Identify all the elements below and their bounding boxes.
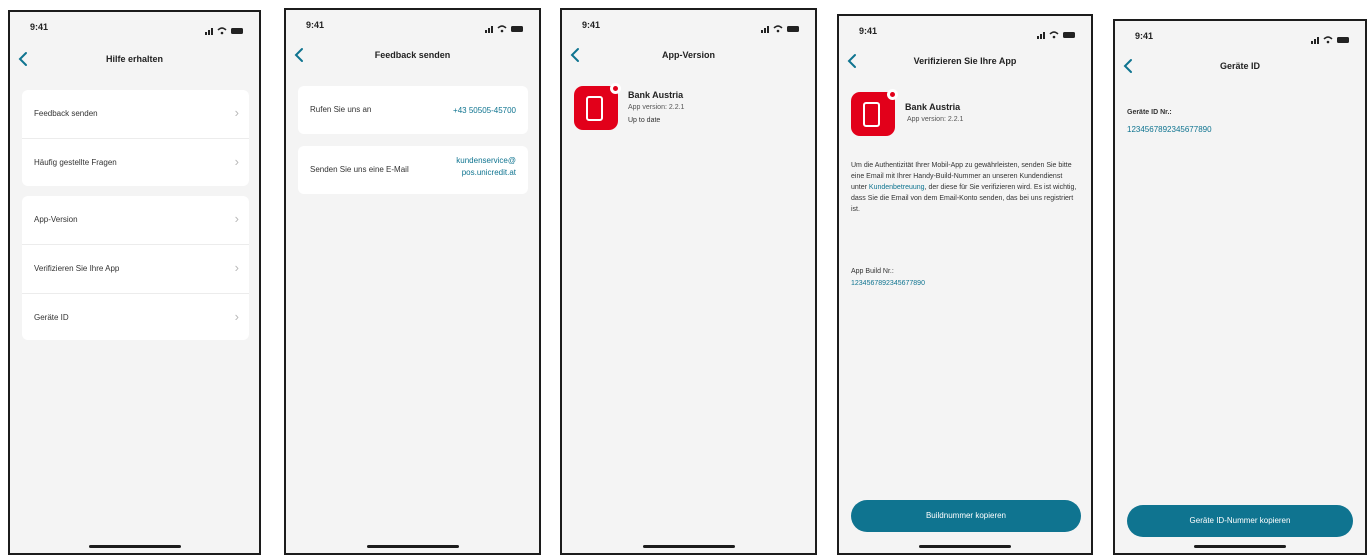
- screen-verify-app: 9:41 Verifizieren Sie Ihre App Bank Aust…: [837, 14, 1093, 555]
- page-title: App-Version: [661, 50, 715, 60]
- menu-item-feedback[interactable]: Feedback senden ›: [22, 90, 249, 139]
- screen-help: 9:41 Hilfe erhalten Feedback senden › Hä…: [8, 10, 261, 555]
- contact-email-card: Senden Sie uns eine E-Mail kundenservice…: [298, 146, 528, 194]
- menu-item-label: Feedback senden: [34, 109, 98, 118]
- chevron-right-icon: ›: [234, 309, 239, 324]
- status-icons: [485, 21, 525, 39]
- device-id-label: Geräte ID Nr.:: [1127, 109, 1172, 116]
- contact-phone-label: Rufen Sie uns an: [310, 105, 372, 114]
- nav-bar: Hilfe erhalten: [10, 50, 259, 72]
- build-number-value: 12345678923456778​90: [851, 280, 925, 287]
- status-time: 9:41: [1135, 31, 1154, 41]
- app-name: Bank Austria: [905, 102, 961, 112]
- screen-feedback: 9:41 Feedback senden Rufen Sie uns an +4…: [284, 8, 541, 555]
- help-group-2: App-Version › Verifizieren Sie Ihre App …: [22, 196, 249, 340]
- menu-item-app-version[interactable]: App-Version ›: [22, 196, 249, 245]
- status-time: 9:41: [582, 20, 601, 30]
- app-version-text: App version: 2.2.1: [628, 104, 685, 111]
- home-indicator: [366, 545, 459, 548]
- nav-bar: App-Version: [562, 46, 815, 68]
- nav-bar: Geräte ID: [1115, 57, 1365, 79]
- device-id-value: 1234567892345677890: [1127, 125, 1212, 134]
- menu-item-faq[interactable]: Häufig gestellte Fragen ›: [22, 139, 249, 187]
- email-line-2: pos.unicredit.at: [461, 168, 516, 177]
- status-bar: 9:41: [286, 20, 539, 34]
- contact-phone-card: Rufen Sie uns an +43 50505-45700: [298, 86, 528, 134]
- screen-app-version: 9:41 App-Version Bank Austria App versio…: [560, 8, 817, 555]
- home-indicator: [642, 545, 735, 548]
- status-bar: 9:41: [10, 22, 259, 36]
- menu-item-label: Häufig gestellte Fragen: [34, 158, 117, 167]
- status-time: 9:41: [30, 22, 49, 32]
- page-title: Hilfe erhalten: [105, 54, 163, 64]
- signal-wifi-battery-icon: [485, 25, 523, 33]
- contact-phone-row[interactable]: Rufen Sie uns an +43 50505-45700: [298, 86, 528, 134]
- menu-item-label: Geräte ID: [34, 313, 69, 322]
- menu-item-label: Verifizieren Sie Ihre App: [34, 264, 120, 273]
- contact-email-link[interactable]: kundenservice@ pos.unicredit.at: [456, 155, 516, 179]
- copy-device-id-button[interactable]: Geräte ID-Nummer kopieren: [1127, 505, 1353, 537]
- signal-wifi-battery-icon: [1037, 31, 1075, 39]
- contact-email-label: Senden Sie uns eine E-Mail: [310, 165, 409, 174]
- help-group-1: Feedback senden › Häufig gestellte Frage…: [22, 90, 249, 186]
- home-indicator: [1194, 545, 1286, 548]
- page-title: Feedback senden: [374, 50, 451, 60]
- menu-item-device-id[interactable]: Geräte ID ›: [22, 294, 249, 342]
- copy-build-number-button[interactable]: Buildnummer kopieren: [851, 500, 1081, 532]
- home-indicator: [919, 545, 1011, 548]
- app-name: Bank Austria: [628, 90, 684, 100]
- verify-instructions: Um die Authentizität Ihrer Mobil-App zu …: [851, 162, 1077, 213]
- app-update-status: Up to date: [628, 117, 661, 124]
- bank-austria-logo-icon: [851, 89, 898, 136]
- signal-wifi-battery-icon: [1311, 36, 1349, 44]
- status-bar: 9:41: [562, 20, 815, 34]
- home-indicator: [88, 545, 181, 548]
- menu-item-verify-app[interactable]: Verifizieren Sie Ihre App ›: [22, 245, 249, 294]
- chevron-right-icon: ›: [234, 211, 239, 226]
- chevron-right-icon: ›: [234, 260, 239, 275]
- customer-service-link[interactable]: Kundenbetreuung: [869, 184, 925, 191]
- status-icons: [205, 23, 245, 41]
- contact-phone-link[interactable]: +43 50505-45700: [453, 105, 516, 117]
- nav-bar: Feedback senden: [286, 46, 539, 68]
- chevron-right-icon: ›: [234, 105, 239, 120]
- menu-item-label: App-Version: [34, 215, 78, 224]
- nav-bar: Verifizieren Sie Ihre App: [839, 52, 1091, 74]
- chevron-right-icon: ›: [234, 154, 239, 169]
- build-number-label: App Build Nr.:: [851, 268, 894, 275]
- signal-wifi-battery-icon: [761, 25, 799, 33]
- status-bar: 9:41: [839, 26, 1091, 40]
- status-icons: [761, 21, 801, 39]
- status-time: 9:41: [859, 26, 878, 36]
- screen-device-id: 9:41 Geräte ID Geräte ID Nr.: 1234567892…: [1113, 19, 1367, 555]
- signal-wifi-battery-icon: [205, 27, 243, 35]
- status-bar: 9:41: [1115, 31, 1365, 45]
- contact-email-row[interactable]: Senden Sie uns eine E-Mail kundenservice…: [298, 146, 528, 194]
- status-time: 9:41: [306, 20, 325, 30]
- page-title: Geräte ID: [1219, 61, 1261, 71]
- status-icons: [1037, 27, 1077, 45]
- email-line-1: kundenservice@: [456, 156, 516, 165]
- bank-austria-logo-icon: [574, 83, 621, 130]
- page-title: Verifizieren Sie Ihre App: [913, 56, 1017, 66]
- app-version-text: App version: 2.2.1: [907, 116, 964, 123]
- status-icons: [1311, 32, 1351, 50]
